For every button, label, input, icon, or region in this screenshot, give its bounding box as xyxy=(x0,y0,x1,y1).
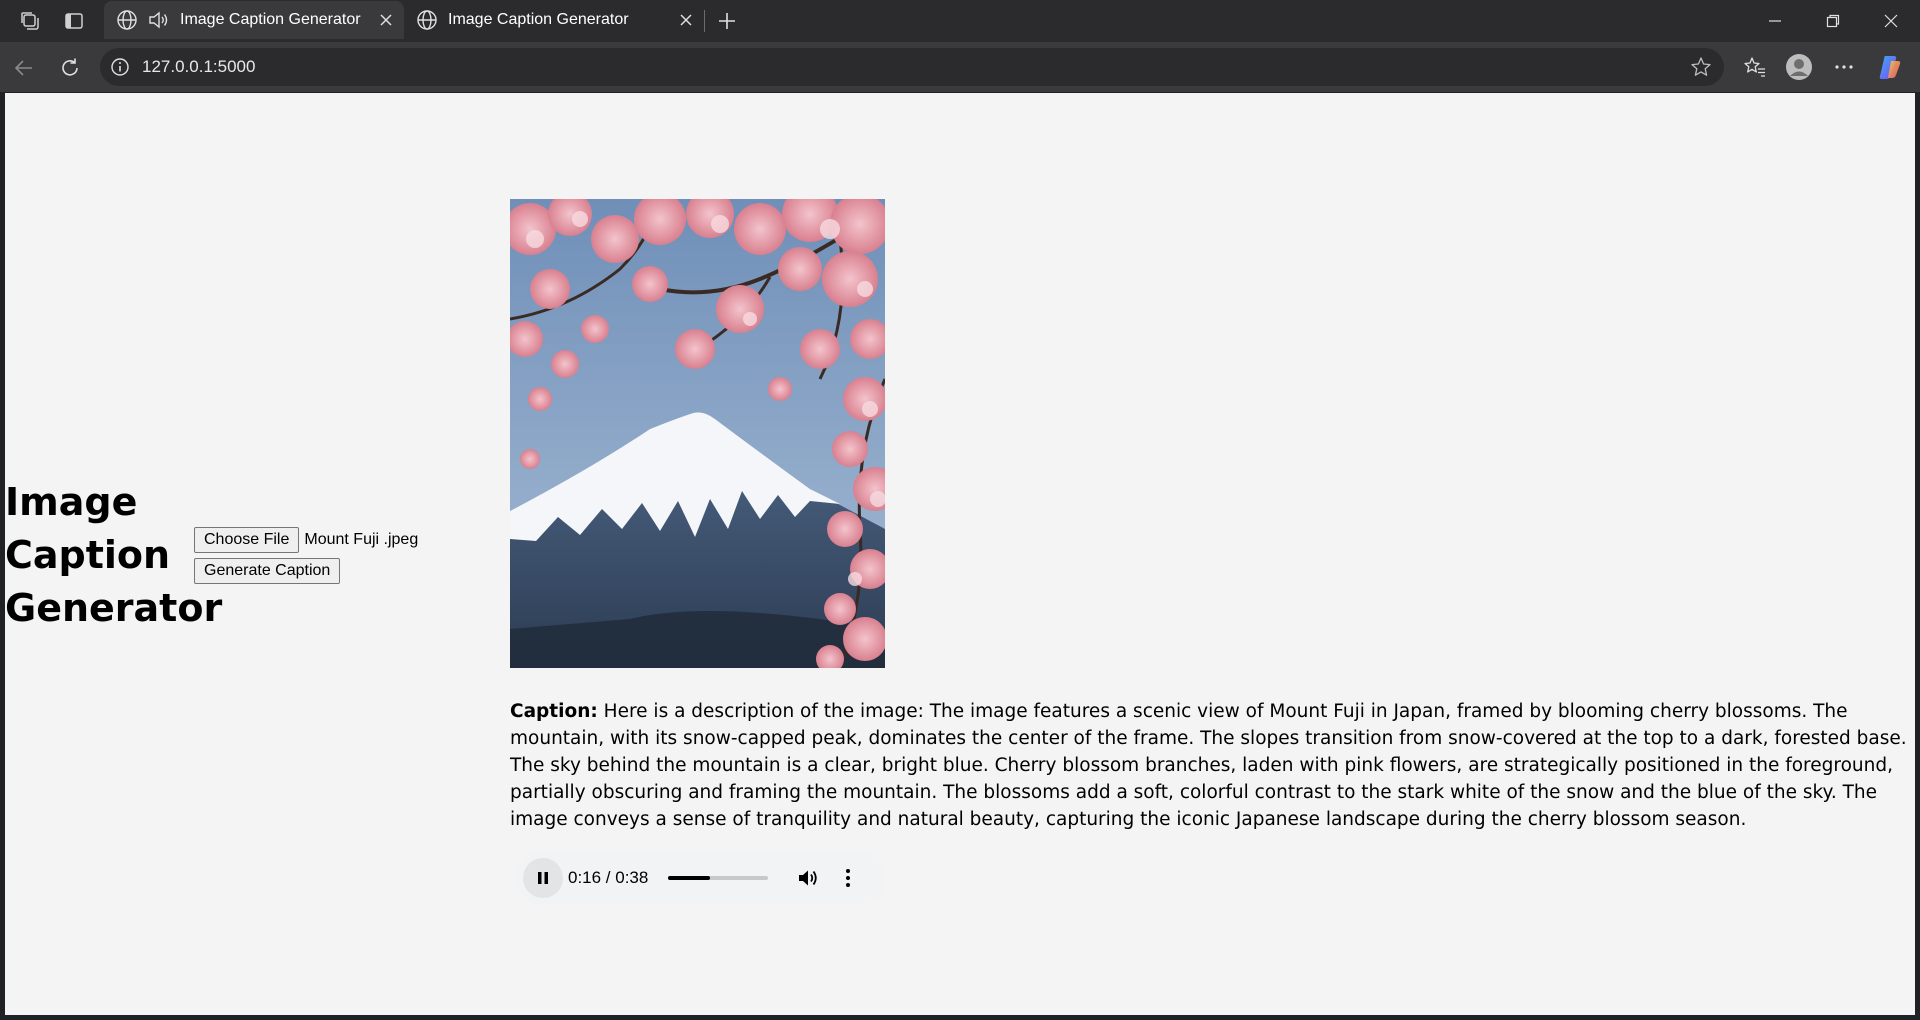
audio-progress-fill xyxy=(668,876,711,880)
new-tab-icon[interactable] xyxy=(714,8,740,34)
tab-active[interactable]: Image Caption Generator xyxy=(104,1,404,39)
caption-text: Here is a description of the image: The … xyxy=(510,701,1907,830)
more-horizontal-icon[interactable] xyxy=(1830,53,1858,81)
address-bar[interactable]: 127.0.0.1:5000 xyxy=(100,48,1724,86)
speaker-icon[interactable] xyxy=(146,8,170,32)
upload-form: Choose File Mount Fuji .jpeg Generate Ca… xyxy=(194,527,418,584)
globe-icon xyxy=(417,10,437,30)
copilot-icon[interactable] xyxy=(1876,53,1904,81)
audio-progress-slider[interactable] xyxy=(668,876,769,880)
pause-button[interactable] xyxy=(523,858,563,898)
pause-icon xyxy=(538,872,548,884)
url-text: 127.0.0.1:5000 xyxy=(142,57,256,76)
star-icon[interactable] xyxy=(1690,56,1712,78)
close-tab-icon[interactable] xyxy=(376,10,396,30)
caption-paragraph: Caption: Here is a description of the im… xyxy=(510,698,1915,833)
globe-icon xyxy=(117,10,137,30)
page-title: Image Caption Generator xyxy=(5,480,223,630)
close-window-icon[interactable] xyxy=(1877,8,1905,34)
audio-player: 0:16 / 0:38 xyxy=(516,851,886,905)
selected-file-name: Mount Fuji .jpeg xyxy=(304,531,419,548)
browser-title-bar: Image Caption Generator Image Caption Ge… xyxy=(0,0,1920,42)
favorites-icon[interactable] xyxy=(1741,53,1769,81)
info-icon[interactable] xyxy=(110,57,130,77)
file-input[interactable]: Choose File Mount Fuji .jpeg xyxy=(194,527,418,553)
volume-icon[interactable] xyxy=(796,866,820,890)
close-tab-icon[interactable] xyxy=(676,10,696,30)
tab-inactive[interactable]: Image Caption Generator xyxy=(404,1,704,39)
back-arrow-icon[interactable] xyxy=(10,54,38,82)
refresh-icon[interactable] xyxy=(56,54,84,82)
tab-title: Image Caption Generator xyxy=(180,11,361,28)
choose-file-button[interactable]: Choose File xyxy=(194,527,300,553)
uploaded-image-preview xyxy=(510,199,885,668)
audio-time: 0:16 / 0:38 xyxy=(568,868,649,887)
restore-icon[interactable] xyxy=(1819,8,1847,34)
minimize-icon[interactable] xyxy=(1761,8,1789,34)
avatar-icon[interactable] xyxy=(1785,53,1813,81)
caption-label: Caption: xyxy=(510,701,598,722)
tab-title: Image Caption Generator xyxy=(448,11,629,28)
page-viewport: Image Caption Generator Choose File Moun… xyxy=(5,93,1915,1015)
tab-actions-icon[interactable] xyxy=(62,9,86,33)
tab-separator xyxy=(704,10,705,32)
browser-toolbar: 127.0.0.1:5000 xyxy=(0,42,1920,92)
mount-fuji-cherry-blossom-image xyxy=(510,199,885,668)
workspaces-icon[interactable] xyxy=(18,9,42,33)
generate-caption-button[interactable]: Generate Caption xyxy=(194,558,341,584)
more-vertical-icon[interactable] xyxy=(836,866,860,890)
